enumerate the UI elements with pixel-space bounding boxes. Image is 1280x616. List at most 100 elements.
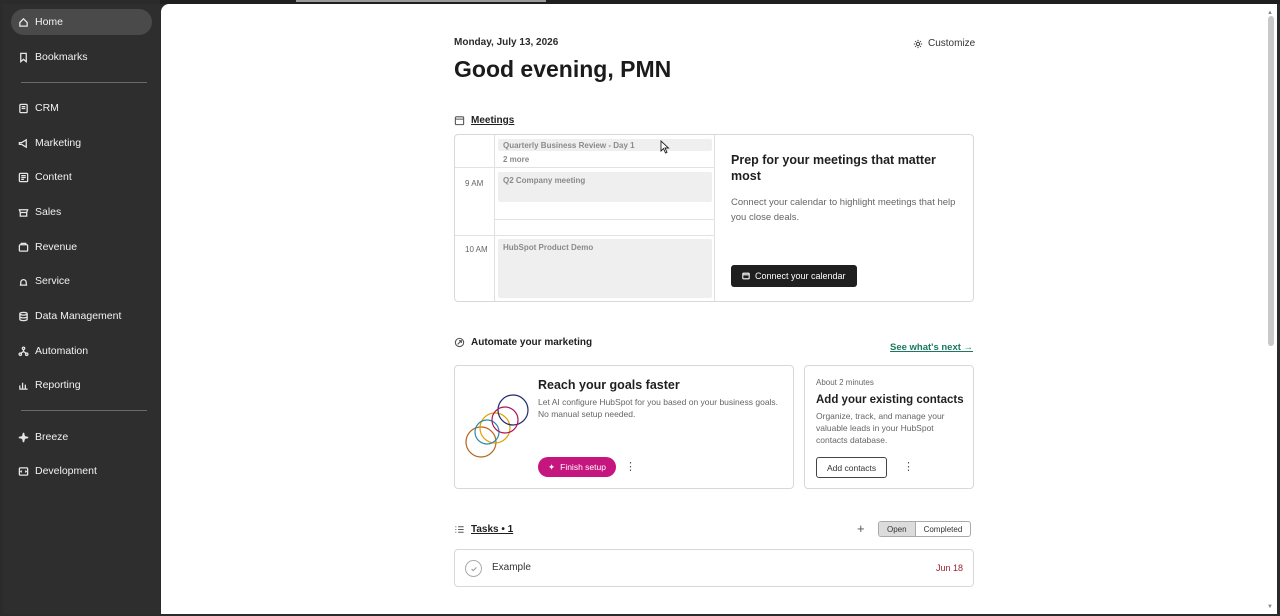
filter-completed[interactable]: Completed (916, 522, 971, 536)
time-label: 9 AM (465, 179, 484, 188)
meetings-link[interactable]: Meetings (471, 115, 514, 126)
sidebar-item-label: Development (35, 465, 97, 477)
sidebar-item-data-management[interactable]: Data Management (11, 303, 152, 329)
hour-line (455, 235, 715, 236)
home-icon (17, 16, 29, 28)
calendar-icon (454, 116, 465, 126)
tasks-link[interactable]: Tasks • 1 (471, 524, 513, 535)
content-icon (17, 171, 29, 183)
task-name: Example (492, 562, 531, 573)
contacts-card: About 2 minutes Add your existing contac… (804, 365, 974, 489)
tasks-header: Tasks • 1 (454, 524, 513, 535)
service-icon (17, 275, 29, 287)
sidebar-item-label: Marketing (35, 137, 82, 149)
time-label: 10 AM (465, 245, 488, 254)
sidebar-item-label: Home (35, 16, 64, 28)
automate-header: Automate your marketing (454, 337, 592, 348)
finish-setup-button[interactable]: ✦ Finish setup (538, 457, 616, 477)
crm-icon (17, 102, 29, 114)
sidebar-item-label: CRM (35, 102, 59, 114)
prep-description: Connect your calendar to highlight meeti… (731, 197, 956, 223)
main-panel: ▲ ▼ Monday, July 13, 2026 Good evening, … (161, 4, 1277, 614)
customize-button[interactable]: Customize (913, 38, 975, 49)
sidebar-item-label: Breeze (35, 431, 69, 443)
more-options-icon[interactable]: ⋮ (625, 460, 636, 473)
connect-calendar-button[interactable]: Connect your calendar (731, 265, 857, 287)
time-column (455, 135, 495, 301)
sidebar: Home Bookmarks CRM Marketing Content Sal… (3, 4, 160, 614)
task-due-date: Jun 18 (935, 563, 963, 573)
add-task-icon[interactable]: + (857, 521, 865, 536)
sidebar-item-development[interactable]: Development (11, 458, 152, 484)
automation-icon (17, 345, 29, 357)
sidebar-item-marketing[interactable]: Marketing (11, 130, 152, 156)
more-options-icon[interactable]: ⋮ (903, 460, 914, 473)
sidebar-item-crm[interactable]: CRM (11, 95, 152, 121)
sidebar-item-label: Bookmarks (35, 51, 88, 63)
sidebar-item-label: Revenue (35, 241, 78, 253)
customize-label: Customize (928, 38, 976, 49)
contacts-description: Organize, track, and manage your valuabl… (816, 411, 945, 445)
time-estimate: About 2 minutes (816, 378, 874, 387)
meetings-card: Quarterly Business Review - Day 1 2 more… (454, 134, 974, 302)
sidebar-item-revenue[interactable]: Revenue (11, 234, 152, 260)
sparkle-icon: ✦ (548, 461, 556, 472)
sidebar-item-breeze[interactable]: Breeze (11, 424, 152, 450)
sidebar-item-automation[interactable]: Automation (11, 338, 152, 364)
goals-description: Let AI configure HubSpot for you based o… (538, 397, 779, 419)
sidebar-item-label: Data Management (35, 310, 122, 322)
automate-title: Automate your marketing (471, 337, 593, 348)
revenue-icon (17, 241, 29, 253)
calendar-icon (742, 272, 750, 280)
sidebar-item-label: Content (35, 171, 72, 183)
check-icon (470, 566, 477, 571)
sidebar-divider (21, 82, 147, 83)
sales-icon (17, 206, 29, 218)
scrollbar-thumb[interactable] (1268, 16, 1274, 346)
tab-indicator (296, 0, 546, 2)
page-title: Good evening, PMN (454, 56, 672, 82)
automate-icon (454, 337, 465, 348)
hour-line (455, 167, 715, 168)
circles-illustration (465, 394, 529, 458)
bookmark-icon (17, 51, 29, 63)
sidebar-item-sales[interactable]: Sales (11, 199, 152, 225)
sidebar-item-service[interactable]: Service (11, 268, 152, 294)
goals-title: Reach your goals faster (538, 378, 680, 392)
contacts-title: Add your existing contacts (816, 394, 964, 406)
filter-open[interactable]: Open (879, 522, 916, 536)
task-list-icon (455, 526, 464, 533)
see-whats-next-link[interactable]: See what's next → (890, 342, 973, 353)
database-icon (17, 310, 29, 322)
scroll-down-arrow[interactable]: ▼ (1267, 604, 1273, 610)
add-contacts-button[interactable]: Add contacts (816, 457, 888, 478)
sidebar-item-label: Sales (35, 206, 62, 218)
sidebar-item-content[interactable]: Content (11, 164, 152, 190)
reporting-icon (17, 379, 29, 391)
development-icon (17, 465, 29, 477)
finish-setup-label: Finish setup (560, 462, 606, 472)
more-events-link[interactable]: 2 more (503, 155, 529, 164)
connect-calendar-label: Connect your calendar (755, 271, 846, 281)
goals-card: Reach your goals faster Let AI configure… (454, 365, 794, 489)
sidebar-item-label: Automation (35, 345, 89, 357)
calendar-event[interactable]: HubSpot Product Demo (498, 239, 712, 298)
meetings-header: Meetings (454, 115, 514, 126)
mouse-cursor-icon (660, 140, 670, 154)
calendar-preview: Quarterly Business Review - Day 1 2 more… (455, 135, 715, 301)
prep-title: Prep for your meetings that matter most (731, 153, 936, 183)
calendar-event[interactable]: Q2 Company meeting (498, 172, 712, 202)
task-filter-toggle: Open Completed (878, 521, 972, 537)
task-complete-checkbox[interactable] (465, 560, 482, 577)
sidebar-item-home[interactable]: Home (11, 9, 152, 35)
sparkle-icon (17, 431, 29, 443)
sidebar-divider (21, 410, 147, 411)
task-row[interactable]: Example Jun 18 (454, 549, 974, 587)
sidebar-item-bookmarks[interactable]: Bookmarks (11, 44, 152, 70)
sidebar-item-reporting[interactable]: Reporting (11, 372, 152, 398)
half-hour-line (495, 219, 715, 220)
calendar-event[interactable]: Quarterly Business Review - Day 1 (498, 139, 712, 151)
sidebar-item-label: Service (35, 275, 71, 287)
gear-icon (913, 39, 923, 48)
current-date: Monday, July 13, 2026 (454, 37, 559, 48)
